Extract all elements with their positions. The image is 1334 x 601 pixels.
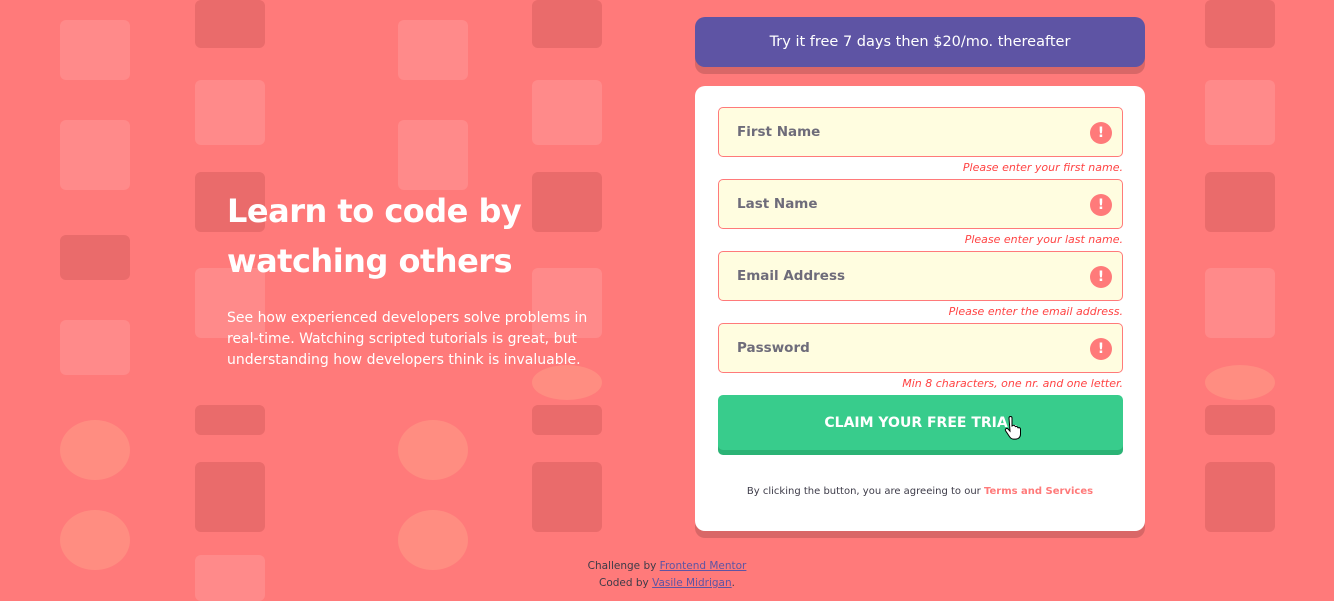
hand-cursor-icon (1004, 416, 1021, 440)
coded-prefix: Coded by (599, 577, 649, 589)
coded-suffix: . (731, 577, 735, 589)
terms-link[interactable]: Terms and Services (984, 486, 1093, 497)
error-icon: ! (1090, 194, 1112, 216)
email-input[interactable] (737, 268, 1067, 284)
first-name-input[interactable] (737, 124, 1067, 140)
pattern-column (60, 0, 150, 601)
first-name-box: ! (718, 107, 1123, 157)
last-name-input[interactable] (737, 196, 1067, 212)
last-name-box: ! (718, 179, 1123, 229)
email-box: ! (718, 251, 1123, 301)
password-field: ! Min 8 characters, one nr. and one lett… (718, 323, 1123, 390)
terms-notice: By clicking the button, you are agreeing… (695, 486, 1145, 497)
last-name-error: Please enter your last name. (964, 233, 1123, 246)
claim-trial-button[interactable]: CLAIM YOUR FREE TRIAL (718, 395, 1123, 450)
first-name-field: ! Please enter your first name. (718, 107, 1123, 174)
hero-title: Learn to code by watching others (227, 186, 607, 286)
attribution-footer: Challenge by Frontend Mentor Coded by Va… (0, 558, 1334, 592)
frontend-mentor-link[interactable]: Frontend Mentor (660, 560, 747, 572)
last-name-field: ! Please enter your last name. (718, 179, 1123, 246)
first-name-error: Please enter your first name. (962, 161, 1123, 174)
password-error: Min 8 characters, one nr. and one letter… (902, 377, 1123, 390)
signup-form: ! Please enter your first name. ! Please… (695, 86, 1145, 531)
challenge-line: Challenge by Frontend Mentor (0, 558, 1334, 575)
author-link[interactable]: Vasile Midrigan (652, 577, 732, 589)
error-icon: ! (1090, 122, 1112, 144)
password-input[interactable] (737, 340, 1067, 356)
coded-by-line: Coded by Vasile Midrigan. (0, 575, 1334, 592)
hero-description: See how experienced developers solve pro… (227, 310, 588, 368)
error-icon: ! (1090, 338, 1112, 360)
error-icon: ! (1090, 266, 1112, 288)
password-box: ! (718, 323, 1123, 373)
terms-prefix: By clicking the button, you are agreeing… (746, 486, 981, 497)
hero-title-line2: watching others (227, 242, 513, 280)
email-field: ! Please enter the email address. (718, 251, 1123, 318)
pricing-banner: Try it free 7 days then $20/mo. thereaft… (695, 17, 1145, 67)
email-error: Please enter the email address. (948, 305, 1123, 318)
pattern-column (1205, 0, 1295, 601)
challenge-prefix: Challenge by (587, 560, 657, 572)
hero-section: Learn to code by watching others See how… (227, 186, 607, 371)
hero-title-line1: Learn to code by (227, 192, 522, 230)
pricing-banner-text: Try it free 7 days then $20/mo. thereaft… (769, 34, 1071, 50)
